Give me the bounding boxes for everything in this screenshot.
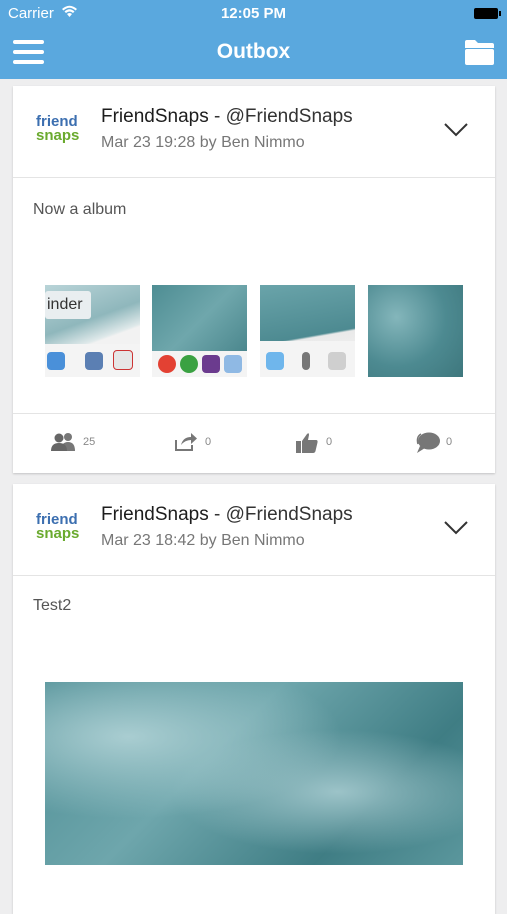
audience-action[interactable]: 25 — [50, 432, 100, 454]
album-thumbnail[interactable] — [368, 285, 463, 377]
sender-line: FriendSnaps - @FriendSnaps — [101, 106, 353, 128]
separator: - — [208, 504, 226, 525]
album-thumbnail[interactable]: inder — [45, 285, 140, 377]
thumbnail-text: inder — [45, 291, 91, 319]
post-actions: 25 0 0 0 — [13, 413, 495, 473]
account-handle: @FriendSnaps — [225, 106, 353, 127]
dock-strip — [45, 344, 140, 377]
post-image[interactable] — [45, 682, 463, 865]
account-name: FriendSnaps — [101, 504, 209, 525]
album-thumbnail[interactable] — [260, 285, 355, 377]
page-title: Outbox — [216, 40, 291, 63]
post-text: Test2 — [33, 597, 72, 614]
thumbs-up-icon — [296, 433, 318, 453]
post-card: friend snaps FriendSnaps - @FriendSnaps … — [13, 86, 495, 473]
folder-icon[interactable] — [464, 38, 495, 66]
share-icon — [175, 433, 197, 451]
dock-strip — [152, 351, 247, 377]
chevron-down-icon[interactable] — [441, 118, 471, 140]
battery-icon — [474, 8, 501, 19]
share-count: 0 — [205, 436, 212, 448]
chevron-down-icon[interactable] — [441, 516, 471, 538]
comment-action[interactable]: 0 — [415, 432, 460, 454]
dock-strip — [260, 341, 355, 377]
status-time: 12:05 PM — [220, 5, 287, 22]
comment-icon — [416, 432, 440, 453]
sender-line: FriendSnaps - @FriendSnaps — [101, 504, 353, 526]
post-meta: Mar 23 18:42 by Ben Nimmo — [101, 532, 305, 549]
audience-count: 25 — [83, 436, 96, 448]
friendsnaps-logo: friend snaps — [36, 511, 80, 542]
friendsnaps-logo: friend snaps — [36, 113, 80, 144]
account-name: FriendSnaps — [101, 106, 209, 127]
post-text: Now a album — [33, 201, 127, 218]
album-thumbnail[interactable] — [152, 285, 247, 377]
post-meta: Mar 23 19:28 by Ben Nimmo — [101, 134, 305, 151]
people-icon — [51, 433, 75, 451]
post-header: friend snaps FriendSnaps - @FriendSnaps … — [13, 484, 495, 576]
account-handle: @FriendSnaps — [225, 504, 353, 525]
like-count: 0 — [326, 436, 333, 448]
share-action[interactable]: 0 — [174, 432, 219, 454]
post-header: friend snaps FriendSnaps - @FriendSnaps … — [13, 86, 495, 178]
like-action[interactable]: 0 — [295, 432, 340, 454]
navigation-bar: Carrier 12:05 PM Outbox — [0, 0, 507, 79]
comment-count: 0 — [446, 436, 453, 448]
post-card: friend snaps FriendSnaps - @FriendSnaps … — [13, 484, 495, 914]
separator: - — [208, 106, 226, 127]
status-bar: Carrier 12:05 PM — [0, 0, 507, 28]
